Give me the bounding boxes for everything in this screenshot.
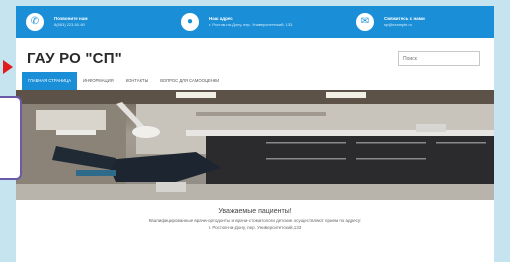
overlay-side-tab	[0, 96, 22, 180]
nav-item-contacts[interactable]: Контакты	[120, 72, 155, 90]
nav-item-self-assessment[interactable]: Вопрос для самооценки	[154, 72, 225, 90]
annotation-frame-right	[494, 0, 510, 262]
website: ✆ Позвоните нам 8(863) 223-50-60 ● Наш а…	[16, 6, 494, 262]
contact-email-value: sp@example.ru	[384, 22, 413, 27]
phone-icon: ✆	[26, 13, 44, 31]
contact-address[interactable]: ● Наш адрес г. Ростов-на-Дону, пер. Унив…	[181, 13, 292, 31]
contact-phone-value: 8(863) 223-50-60	[54, 22, 85, 27]
red-pointer-arrow	[3, 60, 13, 74]
site-logo[interactable]: ГАУ РО "СП"	[27, 50, 122, 67]
nav-item-info[interactable]: Информация	[77, 72, 120, 90]
contact-phone[interactable]: ✆ Позвоните нам 8(863) 223-50-60	[26, 13, 88, 31]
contact-bar: ✆ Позвоните нам 8(863) 223-50-60 ● Наш а…	[16, 6, 494, 38]
search-input[interactable]	[398, 51, 480, 66]
mail-icon: ✉	[356, 13, 374, 31]
contact-email[interactable]: ✉ Свяжитесь с нами sp@example.ru	[356, 13, 425, 31]
main-nav: Главная страница Информация Контакты Воп…	[16, 72, 494, 90]
welcome-text-line2: г. Ростов-на-Дону, пер. Университетский,…	[208, 225, 302, 230]
hero-photo-dental-office	[16, 90, 494, 200]
dental-office-illustration	[16, 90, 494, 200]
welcome-section: Уважаемые пациенты! Квалифицированные вр…	[16, 207, 494, 231]
nav-item-home[interactable]: Главная страница	[22, 72, 78, 90]
welcome-title: Уважаемые пациенты!	[218, 208, 292, 215]
contact-address-value: г. Ростов-на-Дону, пер. Университетский,…	[209, 22, 293, 27]
location-icon: ●	[181, 13, 199, 31]
welcome-text-line1: Квалифицированные врачи-ортодонты и врач…	[148, 218, 362, 223]
